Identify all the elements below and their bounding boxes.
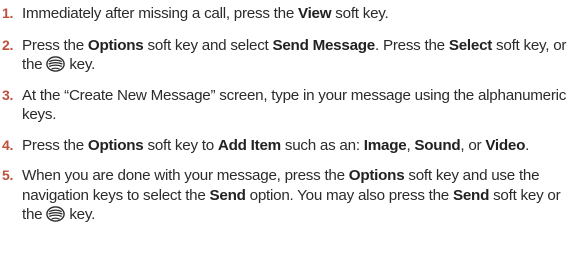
step-1: 1. Immediately after missing a call, pre… [0,4,577,24]
step-text: At the “Create New Message” screen, type… [22,86,577,125]
ok-key-icon [46,56,66,72]
step-text: Immediately after missing a call, press … [22,4,577,24]
send-message-option-label: Send Message [272,36,375,54]
step-5: 5. When you are done with your message, … [0,166,577,225]
send-softkey-label: Send [452,186,490,204]
view-softkey-label: View [297,5,332,22]
step-text-segment: , or [460,136,486,154]
step-text-segment: option. You may also press the [245,186,453,204]
step-text-segment: key. [65,206,96,223]
step-number: 5. [2,167,14,183]
step-text-segment: . [525,136,530,154]
step-text-segment: Press the [22,36,88,54]
step-text-segment: soft key to [143,136,218,154]
options-softkey-label: Options [87,136,144,154]
step-number: 4. [2,136,14,153]
instruction-page: 1. Immediately after missing a call, pre… [0,0,583,273]
send-option-label: Send [209,186,246,204]
step-number: 2. [2,36,14,53]
step-text-segment: soft key. [331,5,389,22]
step-text: When you are done with your message, pre… [22,166,577,225]
step-3: 3. At the “Create New Message” screen, t… [0,86,577,125]
step-number: 3. [2,86,14,103]
step-text-segment: Immediately after missing a call, press … [22,5,298,22]
options-softkey-label: Options [87,36,144,54]
ok-key-icon [46,206,66,222]
step-text-segment: . Press the [375,36,449,54]
image-option-label: Image [363,136,407,154]
step-2: 2. Press the Options soft key and select… [0,36,577,75]
step-text: Press the Options soft key and select Se… [22,36,577,75]
steps-list: 1. Immediately after missing a call, pre… [0,4,577,225]
step-number: 1. [2,5,14,21]
step-text-segment: such as an: [280,136,364,154]
step-text-segment: key. [65,56,96,73]
select-softkey-label: Select [448,36,493,54]
step-text-segment: Press the [22,136,88,154]
step-text: Press the Options soft key to Add Item s… [22,136,577,156]
step-text-segment: At the “Create New Message” screen, type… [22,86,567,124]
sound-option-label: Sound [414,136,461,154]
step-4: 4. Press the Options soft key to Add Ite… [0,136,577,156]
step-text-segment: soft key and select [143,36,273,54]
add-item-option-label: Add Item [217,136,281,154]
options-softkey-label: Options [348,167,405,184]
step-text-segment: When you are done with your message, pre… [22,167,349,184]
video-option-label: Video [485,136,526,154]
